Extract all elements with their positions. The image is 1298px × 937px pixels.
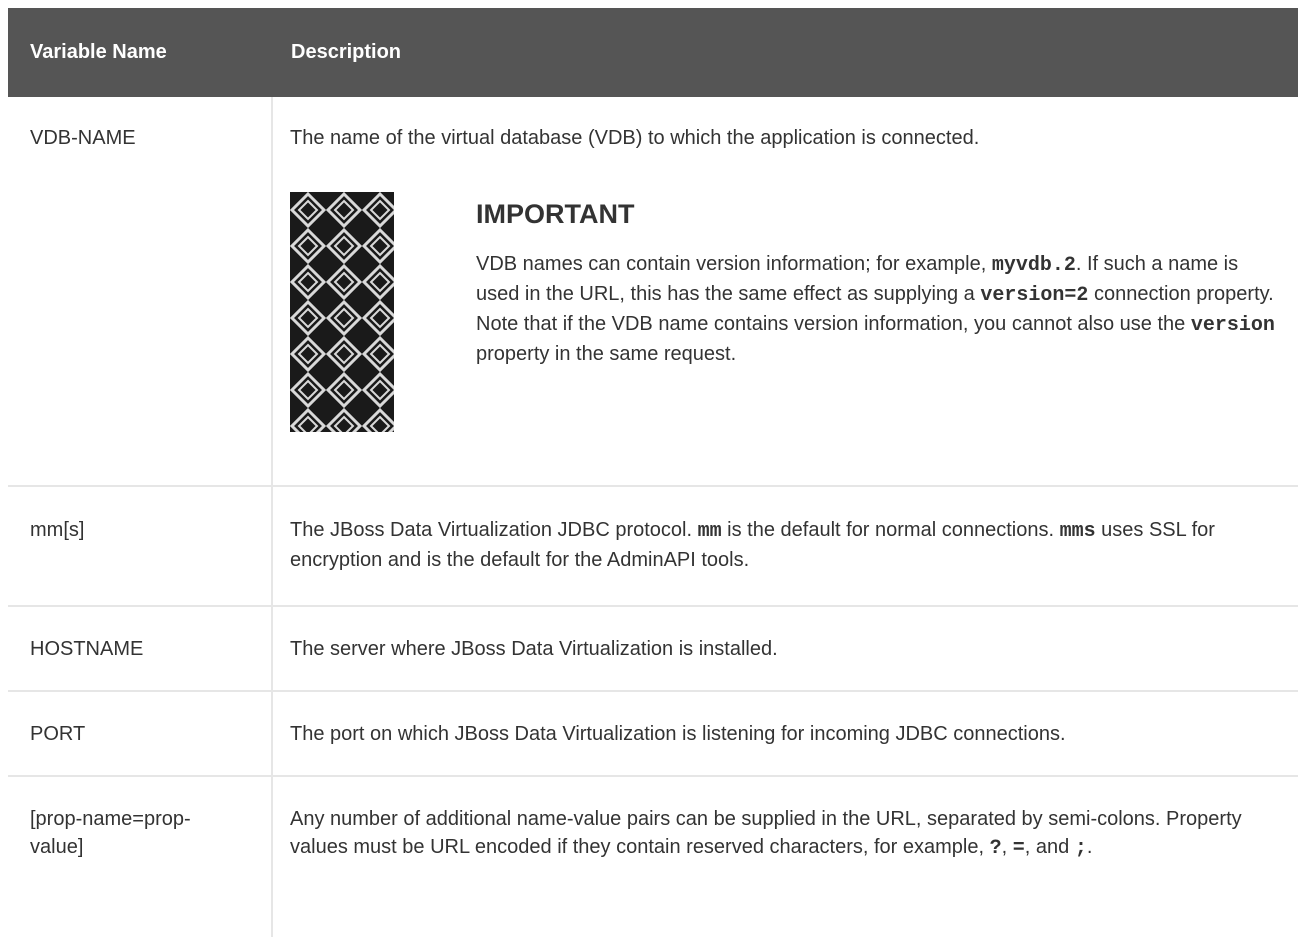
variable-name-cell: mm[s]	[8, 487, 273, 605]
description-text: The name of the virtual database (VDB) t…	[290, 127, 980, 149]
description-cell: The JBoss Data Virtualization JDBC proto…	[273, 487, 1298, 605]
table-row: VDB-NAME The name of the virtual databas…	[8, 97, 1298, 487]
text-segment: , and	[1024, 836, 1075, 858]
table-row: HOSTNAME The server where JBoss Data Vir…	[8, 607, 1298, 692]
text-segment: is the default for normal connections.	[721, 519, 1060, 541]
code-question: ?	[989, 837, 1002, 860]
variable-name-cell: VDB-NAME	[8, 97, 273, 485]
code-myvdb: myvdb.2	[991, 254, 1076, 277]
code-equals: =	[1012, 837, 1025, 860]
variables-table: Variable Name Description VDB-NAME The n…	[8, 8, 1298, 937]
admonition-text: VDB names can contain version informatio…	[476, 250, 1276, 368]
variable-name-cell: [prop-name=prop-value]	[8, 777, 273, 937]
description-text: The port on which JBoss Data Virtualizat…	[290, 723, 1066, 745]
code-mm: mm	[697, 520, 722, 543]
important-admonition: IMPORTANT VDB names can contain version …	[290, 192, 1298, 432]
description-cell: The name of the virtual database (VDB) t…	[273, 97, 1298, 485]
text-segment: VDB names can contain version informatio…	[476, 253, 992, 275]
admonition-body: IMPORTANT VDB names can contain version …	[476, 192, 1276, 432]
text-segment: .	[1086, 836, 1093, 858]
variable-name-cell: HOSTNAME	[8, 607, 273, 690]
variable-name: HOSTNAME	[30, 638, 144, 660]
text-segment: property in the same request.	[476, 343, 737, 365]
variable-name: VDB-NAME	[30, 127, 136, 149]
code-version: version	[1190, 314, 1275, 337]
table-row: [prop-name=prop-value] Any number of add…	[8, 777, 1298, 937]
description-cell: Any number of additional name-value pair…	[273, 777, 1298, 937]
header-description: Description	[291, 41, 402, 63]
text-segment: ,	[1001, 836, 1013, 858]
code-semicolon: ;	[1074, 837, 1087, 860]
important-pattern-icon	[290, 192, 394, 432]
variable-name: PORT	[30, 723, 86, 745]
admonition-title: IMPORTANT	[476, 199, 635, 229]
description-cell: The port on which JBoss Data Virtualizat…	[273, 692, 1298, 775]
code-version-2: version=2	[980, 284, 1089, 307]
text-segment: Any number of additional name-value pair…	[290, 808, 1242, 858]
variable-name: mm[s]	[30, 519, 85, 541]
header-variable-name: Variable Name	[30, 41, 167, 63]
table-header: Variable Name Description	[8, 8, 1298, 97]
table-row: mm[s] The JBoss Data Virtualization JDBC…	[8, 487, 1298, 607]
description-text: The server where JBoss Data Virtualizati…	[290, 638, 778, 660]
variable-name-cell: PORT	[8, 692, 273, 775]
description-cell: The server where JBoss Data Virtualizati…	[273, 607, 1298, 690]
table-row: PORT The port on which JBoss Data Virtua…	[8, 692, 1298, 777]
text-segment: The JBoss Data Virtualization JDBC proto…	[290, 519, 698, 541]
variable-name: [prop-name=prop-value]	[30, 808, 191, 858]
code-mms: mms	[1059, 520, 1096, 543]
